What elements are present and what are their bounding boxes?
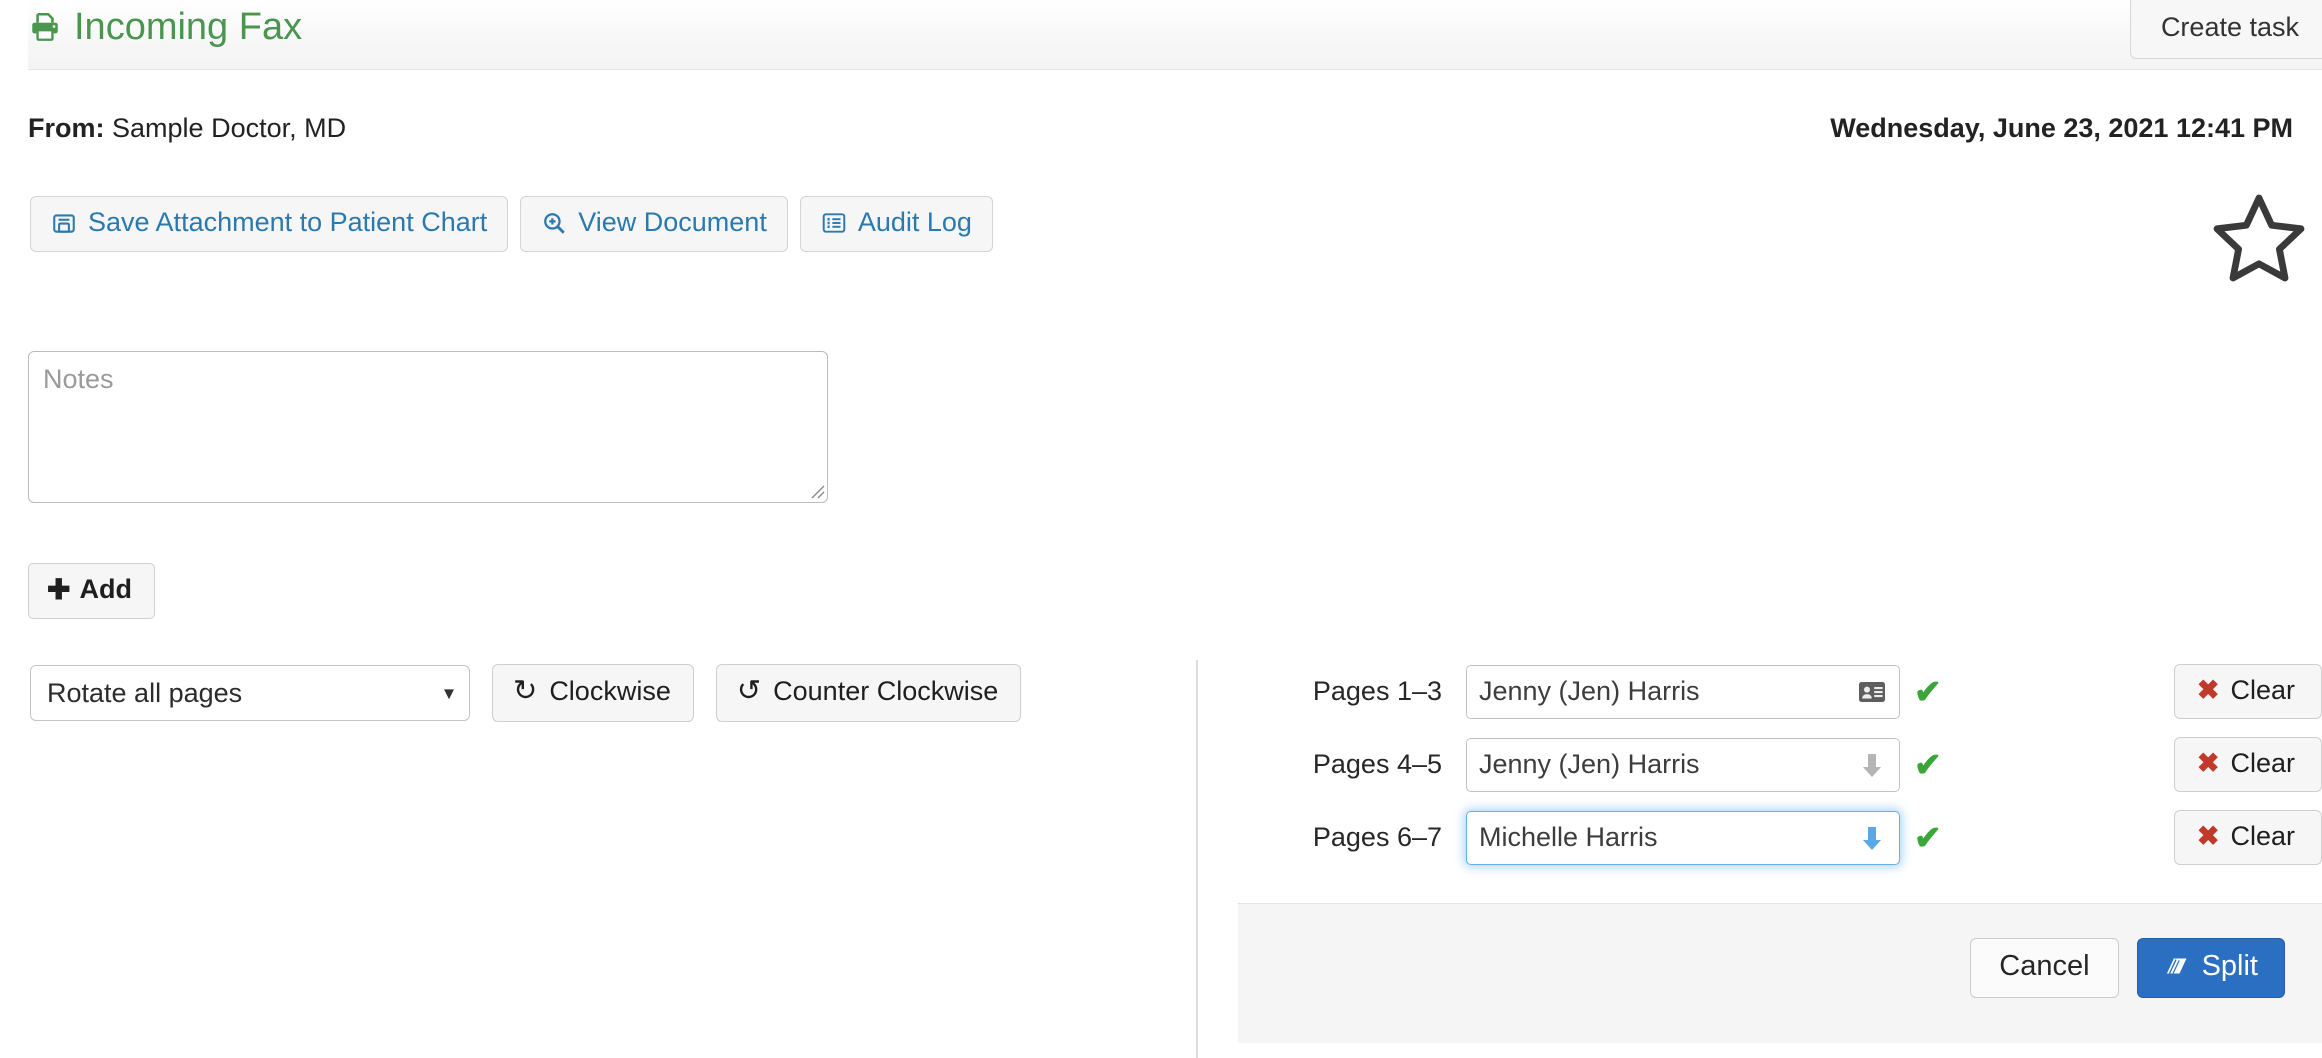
split-row: Pages 6–7 ✔ ✖ Clear bbox=[1238, 801, 2322, 874]
save-attachment-button[interactable]: Save Attachment to Patient Chart bbox=[30, 196, 509, 252]
plus-icon: ✚ bbox=[47, 573, 71, 605]
audit-log-label: Audit Log bbox=[857, 207, 972, 237]
clear-recipient-button[interactable]: ✖ Clear bbox=[2173, 663, 2322, 720]
rotate-counter-clockwise-button[interactable]: ↺ Counter Clockwise bbox=[715, 664, 1022, 722]
from-line: From: Sample Doctor, MD bbox=[28, 113, 346, 144]
audit-log-button[interactable]: Audit Log bbox=[799, 196, 993, 252]
printer-icon bbox=[28, 10, 62, 44]
rotate-scope-select[interactable]: Rotate all pages bbox=[30, 664, 470, 721]
split-button[interactable]: Split bbox=[2136, 938, 2285, 998]
recipient-input[interactable] bbox=[1466, 664, 1900, 719]
valid-check-icon: ✔ bbox=[1914, 673, 1942, 710]
magnifier-plus-icon bbox=[541, 210, 567, 236]
recipient-field-wrap bbox=[1466, 810, 1900, 865]
rotate-clockwise-label: Clockwise bbox=[549, 676, 671, 706]
book-split-icon bbox=[2162, 953, 2190, 981]
received-timestamp: Wednesday, June 23, 2021 12:41 PM bbox=[1830, 113, 2293, 143]
header-band bbox=[28, 0, 2322, 70]
close-icon: ✖ bbox=[2196, 675, 2220, 705]
cancel-button[interactable]: Cancel bbox=[1970, 938, 2119, 998]
star-outline-icon[interactable] bbox=[2211, 190, 2307, 286]
add-note-label: Add bbox=[79, 574, 132, 604]
pages-range-label: Pages 1–3 bbox=[1312, 676, 1442, 706]
rotate-scope-select-wrap: Rotate all pages ▾ bbox=[30, 664, 470, 721]
split-row: Pages 1–3 ✔ bbox=[1238, 655, 2322, 728]
save-attachment-label: Save Attachment to Patient Chart bbox=[88, 207, 488, 237]
rotate-counter-clockwise-icon: ↺ bbox=[736, 675, 762, 708]
rotate-counter-clockwise-label: Counter Clockwise bbox=[773, 676, 999, 706]
valid-check-icon: ✔ bbox=[1914, 746, 1942, 783]
split-label: Split bbox=[2201, 950, 2258, 982]
clear-label: Clear bbox=[2230, 820, 2295, 851]
view-document-label: View Document bbox=[578, 207, 767, 237]
split-pages-panel: Pages 1–3 ✔ bbox=[1238, 655, 2322, 874]
split-rows: Pages 1–3 ✔ bbox=[1238, 655, 2322, 874]
rotate-clockwise-icon: ↻ bbox=[513, 675, 538, 708]
fax-meta-row: From: Sample Doctor, MD Wednesday, June … bbox=[28, 113, 2293, 153]
pages-range-label: Pages 4–5 bbox=[1312, 749, 1442, 779]
close-icon: ✖ bbox=[2196, 821, 2220, 851]
split-row: Pages 4–5 ✔ ✖ Clear bbox=[1238, 728, 2322, 801]
create-task-button[interactable]: Create task bbox=[2129, 0, 2322, 59]
pages-range-label: Pages 6–7 bbox=[1312, 822, 1442, 852]
rotate-clockwise-button[interactable]: ↻ Clockwise bbox=[492, 664, 694, 722]
clear-label: Clear bbox=[2230, 674, 2295, 705]
rotate-toolbar: Rotate all pages ▾ ↻ Clockwise ↺ Counter… bbox=[30, 664, 1022, 722]
list-log-icon bbox=[821, 210, 847, 236]
recipient-field-wrap bbox=[1466, 737, 1900, 792]
from-value: Sample Doctor, MD bbox=[112, 113, 347, 143]
recipient-input[interactable] bbox=[1466, 810, 1900, 865]
save-floppy-icon bbox=[51, 210, 77, 236]
document-actions-toolbar: Save Attachment to Patient Chart View Do… bbox=[30, 196, 993, 252]
incoming-fax-page: Incoming Fax Create task From: Sample Do… bbox=[0, 0, 2322, 1058]
footer-actions: Cancel Split bbox=[1970, 938, 2285, 998]
recipient-field-wrap bbox=[1466, 664, 1900, 719]
notes-input[interactable] bbox=[28, 351, 828, 503]
split-footer-panel: Cancel Split bbox=[1238, 903, 2322, 1043]
add-note-button[interactable]: ✚ Add bbox=[28, 563, 155, 619]
clear-recipient-button[interactable]: ✖ Clear bbox=[2173, 736, 2322, 793]
page-title: Incoming Fax bbox=[28, 8, 302, 46]
from-label: From: bbox=[28, 113, 105, 143]
view-document-button[interactable]: View Document bbox=[520, 196, 788, 252]
clear-label: Clear bbox=[2230, 747, 2295, 778]
close-icon: ✖ bbox=[2196, 748, 2220, 778]
vertical-divider bbox=[1196, 660, 1198, 1058]
clear-recipient-button[interactable]: ✖ Clear bbox=[2173, 809, 2322, 866]
page-title-text: Incoming Fax bbox=[74, 6, 303, 48]
valid-check-icon: ✔ bbox=[1914, 819, 1942, 856]
recipient-input[interactable] bbox=[1466, 737, 1900, 792]
